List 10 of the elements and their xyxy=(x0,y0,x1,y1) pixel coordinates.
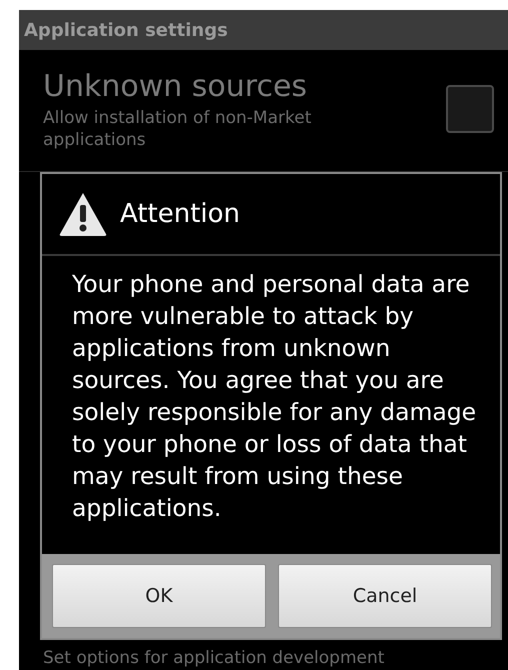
setting-summary: Allow installation of non-Market applications xyxy=(43,106,312,150)
warning-icon xyxy=(58,191,108,237)
setting-summary: Set options for application development xyxy=(43,648,384,668)
dialog-message: Your phone and personal data are more vulnerable to attack by applications from unknown sources. You agree that you are solely responsible for any damage to your phone or loss of data that may result from using these applications. xyxy=(72,269,478,524)
checkbox[interactable] xyxy=(446,84,494,132)
screen-title: Application settings xyxy=(24,20,228,40)
setting-title: Unknown sources xyxy=(43,68,308,106)
cancel-button[interactable]: Cancel xyxy=(278,564,492,628)
ok-button[interactable]: OK xyxy=(52,564,266,628)
dialog-title: Attention xyxy=(120,199,240,229)
